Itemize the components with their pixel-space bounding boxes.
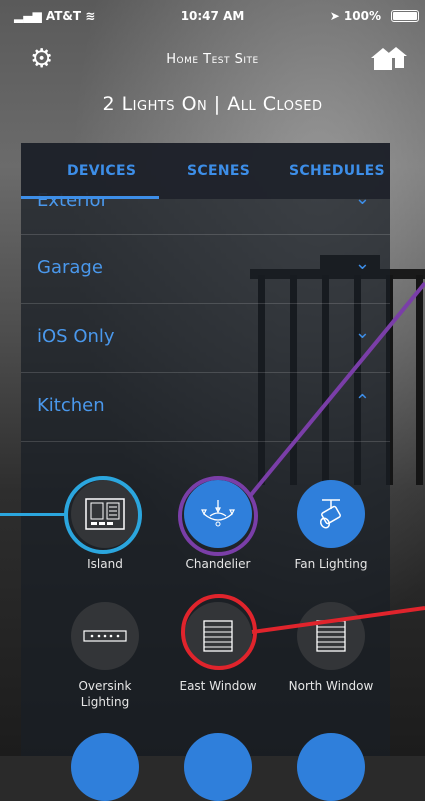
callout-line-purple xyxy=(248,281,425,498)
callout-line-red xyxy=(251,606,425,634)
callout-ring-red xyxy=(181,594,257,670)
